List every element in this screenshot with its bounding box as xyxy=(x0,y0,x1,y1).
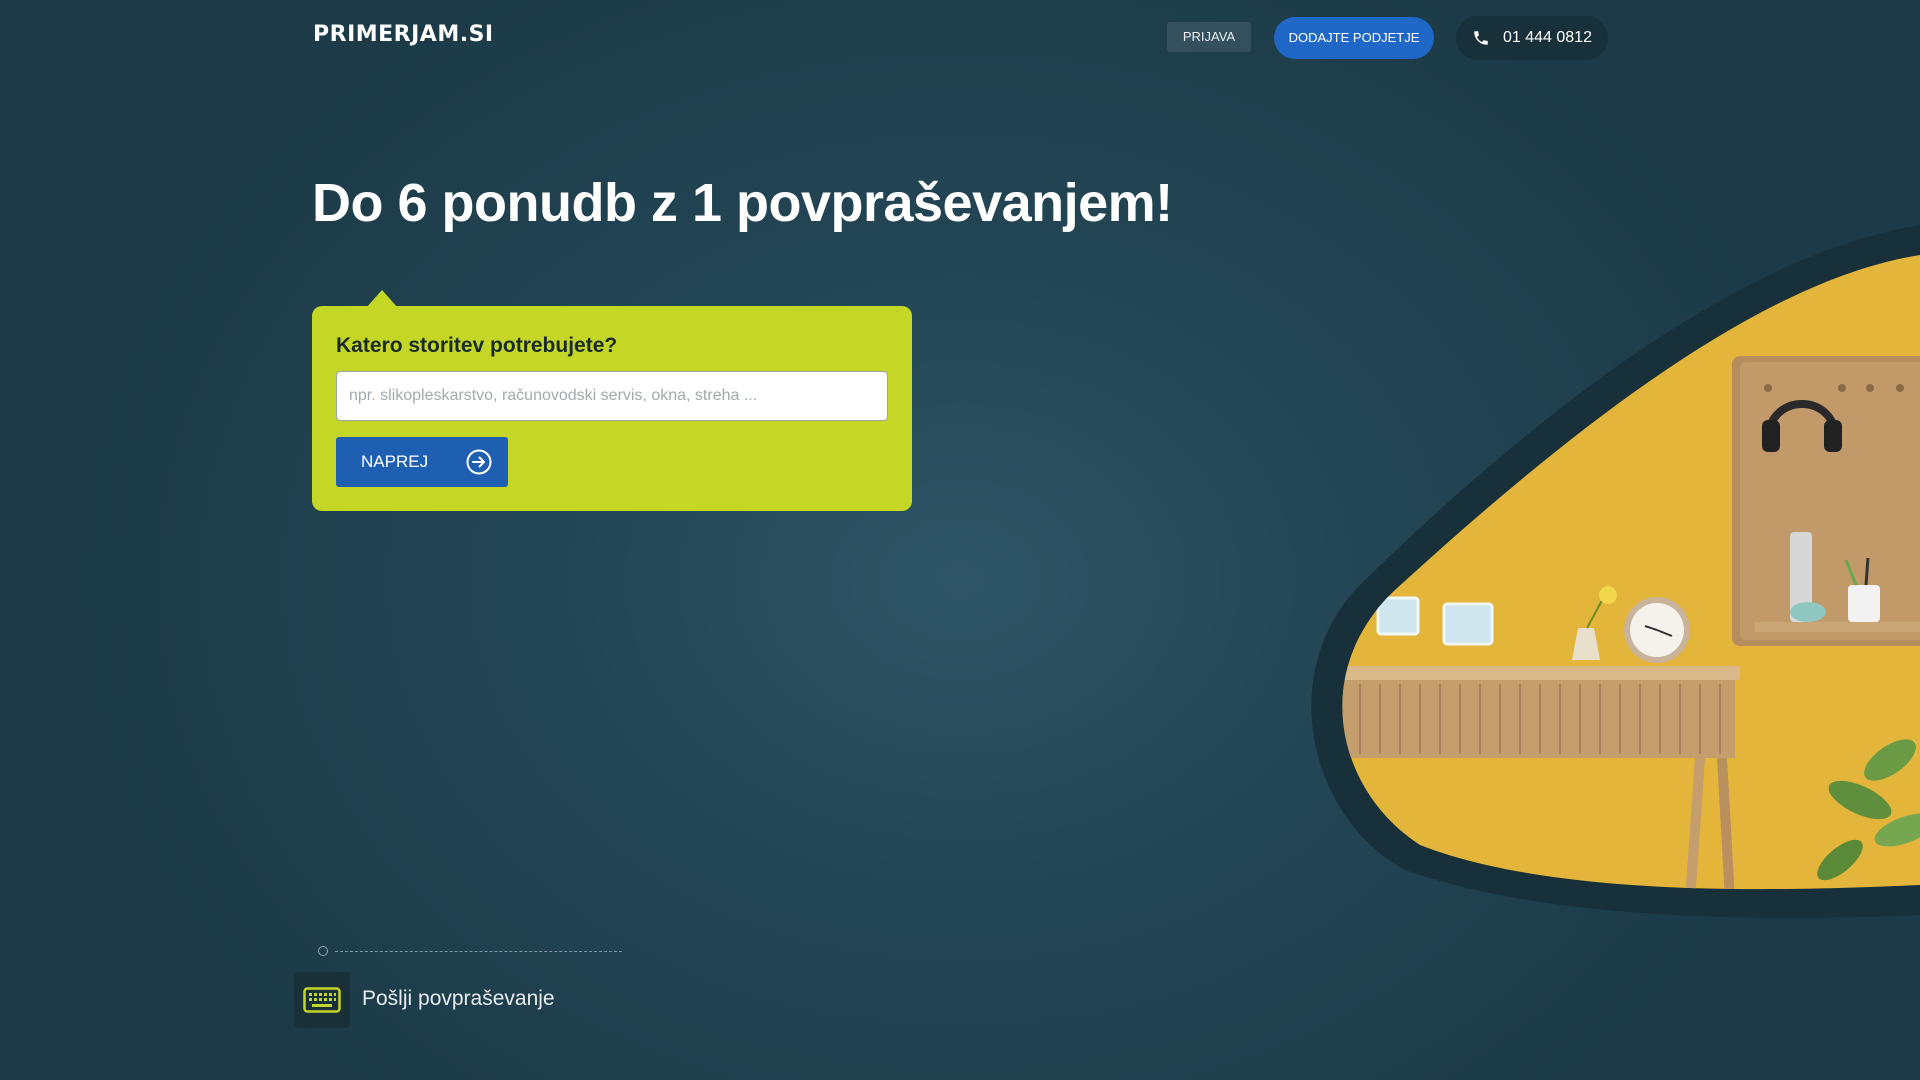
service-search-card: Katero storitev potrebujete? NAPREJ xyxy=(312,306,912,511)
hero-image xyxy=(1311,225,1920,918)
next-button-label: NAPREJ xyxy=(361,452,429,471)
phone-icon xyxy=(1474,31,1488,45)
phone-button[interactable]: 01 444 0812 xyxy=(1456,16,1608,60)
progress-line xyxy=(335,951,622,952)
progress-dot xyxy=(318,946,328,956)
login-button[interactable]: PRIJAVA xyxy=(1167,22,1251,52)
add-company-button[interactable]: DODAJTE PODJETJE xyxy=(1274,17,1434,59)
page-title: Do 6 ponudb z 1 povpraševanjem! xyxy=(312,173,1173,233)
top-nav: PRIJAVA DODAJTE PODJETJE 01 444 0812 xyxy=(0,16,1920,60)
step-label: Pošlji povpraševanje xyxy=(362,987,555,1010)
step-icon-box xyxy=(294,972,350,1028)
service-question: Katero storitev potrebujete? xyxy=(336,334,618,357)
next-button[interactable]: NAPREJ xyxy=(336,437,508,487)
service-search-input[interactable] xyxy=(336,371,888,421)
keyboard-icon xyxy=(303,987,341,1013)
arrow-right-circle-icon xyxy=(466,449,492,475)
phone-number: 01 444 0812 xyxy=(1503,29,1592,46)
